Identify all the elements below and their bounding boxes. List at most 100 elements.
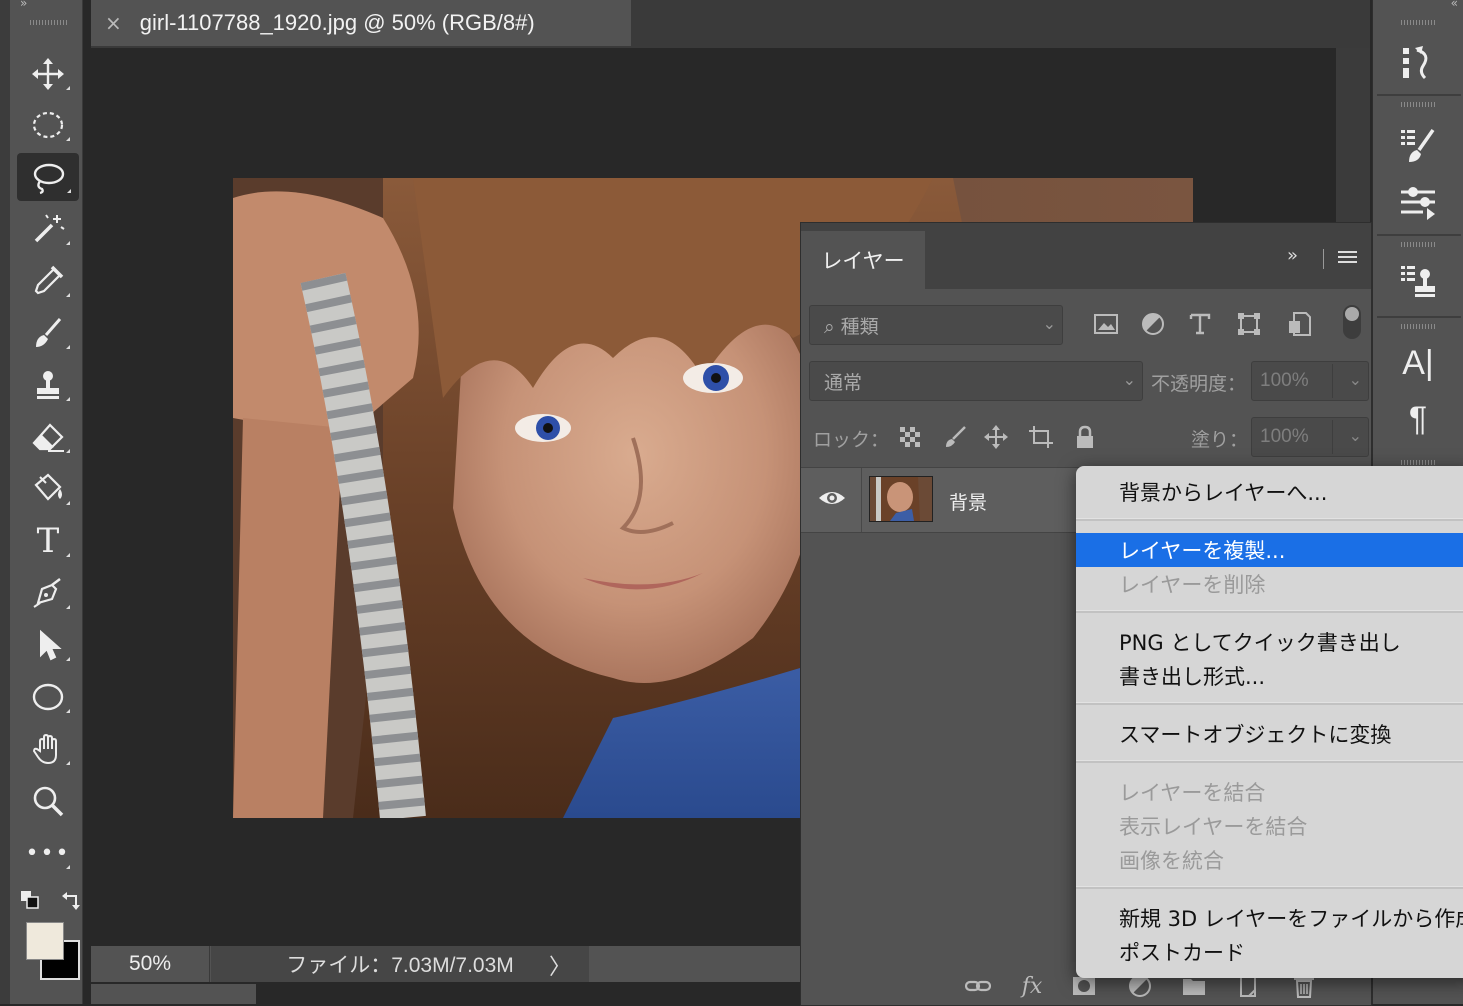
layer-filter-select[interactable]: ⌕ 種類 ⌄: [809, 305, 1063, 345]
lasso-tool[interactable]: [17, 153, 79, 201]
field-divider: [1332, 420, 1333, 454]
lock-artboard-button[interactable]: [1027, 423, 1055, 451]
opacity-field[interactable]: 100% ⌄: [1251, 361, 1369, 401]
toolbar-grip[interactable]: [30, 20, 68, 25]
panel-menu-icon[interactable]: [1338, 251, 1357, 265]
filter-toggle[interactable]: [1343, 305, 1361, 339]
close-icon[interactable]: ×: [105, 11, 122, 35]
submenu-indicator: [66, 293, 70, 297]
sliders-icon: [1401, 187, 1435, 220]
submenu-indicator: [66, 657, 70, 661]
hand-tool[interactable]: [18, 725, 78, 773]
field-divider: [1332, 364, 1333, 398]
menu-item-new-3d-layer-from-file[interactable]: 新規 3D レイヤーをファイルから作成: [1076, 901, 1463, 935]
menu-item-quick-export-png[interactable]: PNG としてクイック書き出し: [1076, 625, 1463, 659]
lock-transparency-button[interactable]: [896, 423, 924, 451]
dock-grip[interactable]: [1401, 460, 1435, 465]
menu-item-convert-to-smart-object[interactable]: スマートオブジェクトに変換: [1076, 717, 1463, 751]
brush-tool[interactable]: [18, 309, 78, 357]
more-tools[interactable]: •••: [18, 829, 78, 877]
path-selection-tool[interactable]: [18, 621, 78, 669]
toolbar-collapse-button[interactable]: »: [20, 0, 27, 10]
blend-mode-select[interactable]: 通常 ⌄: [809, 361, 1143, 401]
blend-mode-value: 通常: [824, 371, 863, 394]
dock-grip[interactable]: [1401, 20, 1435, 25]
file-size-info: ファイル：7.03M/7.03M: [211, 946, 589, 982]
history-panel-button[interactable]: [1393, 38, 1443, 88]
eraser-icon: [32, 423, 64, 452]
link-layers-button[interactable]: [963, 971, 993, 1001]
zoom-level-field[interactable]: 50%: [91, 946, 210, 982]
lock-all-button[interactable]: [1071, 423, 1099, 451]
filter-pixel-button[interactable]: [1091, 309, 1121, 339]
menu-item-background-to-layer[interactable]: 背景からレイヤーへ...: [1076, 475, 1463, 509]
dock-separator: [1377, 234, 1461, 236]
paint-bucket-tool[interactable]: [18, 465, 78, 513]
menu-item-duplicate-layer[interactable]: レイヤーを複製...: [1076, 533, 1463, 567]
fill-value: 100%: [1260, 426, 1309, 447]
move-icon: [32, 58, 64, 90]
filter-smart-object-button[interactable]: [1284, 309, 1314, 339]
link-icon: [965, 980, 991, 992]
menu-item-flatten-image: 画像を統合: [1076, 843, 1463, 877]
lock-position-button[interactable]: [982, 423, 1010, 451]
layer-thumbnail[interactable]: [869, 476, 933, 522]
dock-collapse-button[interactable]: «: [1451, 0, 1458, 10]
brush-settings-button[interactable]: [1393, 120, 1443, 170]
lasso-icon: [33, 163, 65, 195]
clone-source-button[interactable]: [1393, 256, 1443, 306]
ellipse-tool[interactable]: [18, 673, 78, 721]
swap-colors-icon[interactable]: [60, 890, 82, 912]
lock-pixels-button[interactable]: [941, 423, 969, 451]
zoom-tool[interactable]: [18, 777, 78, 825]
artboard-icon: [1029, 426, 1053, 448]
type-tool[interactable]: T: [18, 517, 78, 565]
tab-layers[interactable]: レイヤー: [801, 231, 925, 289]
adjustments-button[interactable]: [1393, 176, 1443, 226]
eraser-tool[interactable]: [18, 413, 78, 461]
menu-item-label: 書き出し形式...: [1119, 665, 1266, 689]
menu-item-delete-layer: レイヤーを削除: [1076, 567, 1463, 601]
visibility-eye-icon[interactable]: [817, 486, 847, 510]
magic-wand-tool[interactable]: [18, 205, 78, 253]
dock-grip[interactable]: [1401, 102, 1435, 107]
chevron-down-icon: ⌄: [1042, 314, 1056, 333]
move-tool[interactable]: [18, 50, 78, 98]
dock-grip[interactable]: [1401, 242, 1435, 247]
filter-type-button[interactable]: [1185, 309, 1215, 339]
submenu-indicator: [67, 189, 71, 193]
menu-item-label: 表示レイヤーを結合: [1119, 815, 1308, 839]
color-swatches: [18, 884, 82, 984]
menu-separator: [1076, 886, 1463, 889]
chevron-down-icon[interactable]: ⌄: [1349, 370, 1362, 389]
type-icon: T: [36, 521, 60, 561]
chevron-down-icon[interactable]: ⌄: [1349, 426, 1362, 445]
character-panel-button[interactable]: A|: [1393, 338, 1443, 388]
document-tab[interactable]: × girl-1107788_1920.jpg @ 50% (RGB/8#): [91, 0, 631, 46]
panel-expand-icon[interactable]: »: [1287, 245, 1298, 266]
fill-field[interactable]: 100% ⌄: [1251, 417, 1369, 457]
filter-shape-button[interactable]: [1234, 309, 1264, 339]
layer-style-button[interactable]: fx: [1017, 971, 1047, 1001]
status-menu-arrow[interactable]: 〉: [549, 949, 571, 981]
zoom-icon: [33, 786, 64, 817]
eyedropper-tool[interactable]: [18, 257, 78, 305]
header-divider: [1323, 249, 1324, 269]
dock-separator: [1377, 94, 1461, 96]
document-title: girl-1107788_1920.jpg @ 50% (RGB/8#): [139, 10, 535, 35]
stamp-icon: [37, 371, 59, 399]
paragraph-panel-button[interactable]: ¶: [1393, 394, 1443, 444]
paint-bucket-icon: [34, 473, 62, 501]
foreground-color-swatch[interactable]: [26, 922, 64, 960]
default-colors-icon[interactable]: [20, 890, 40, 910]
menu-separator: [1076, 760, 1463, 763]
dock-grip[interactable]: [1401, 324, 1435, 329]
marquee-tool[interactable]: [18, 101, 78, 149]
bottom-panel-tab[interactable]: [91, 984, 256, 1004]
filter-adjustment-button[interactable]: [1138, 309, 1168, 339]
menu-item-postcard[interactable]: ポストカード: [1076, 935, 1463, 969]
stamp-tool[interactable]: [18, 361, 78, 409]
menu-item-export-as[interactable]: 書き出し形式...: [1076, 659, 1463, 693]
paragraph-icon: ¶: [1408, 399, 1428, 438]
pen-tool[interactable]: [18, 569, 78, 617]
